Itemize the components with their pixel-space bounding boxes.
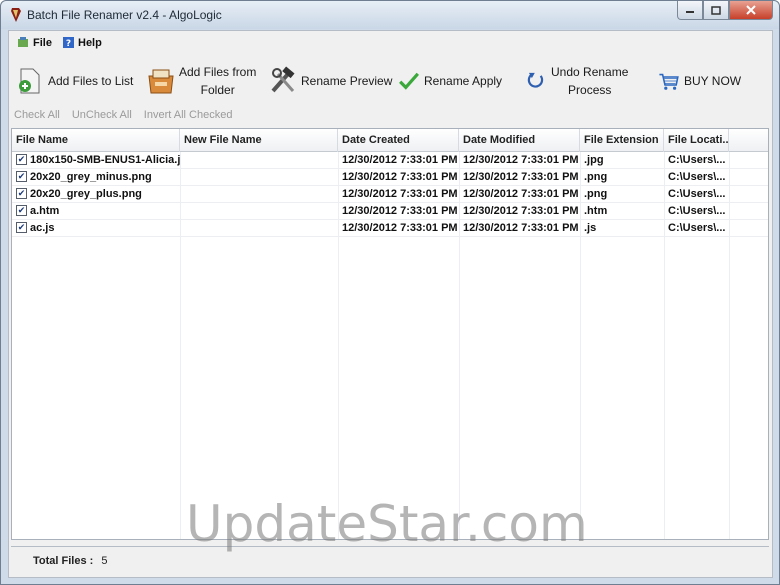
col-date-modified[interactable]: Date Modified <box>459 129 580 152</box>
cell-new-file-name <box>180 169 338 185</box>
cell-extension: .jpg <box>584 154 604 166</box>
cell-location: C:\Users\... <box>668 171 726 183</box>
undo-label-1: Undo Rename <box>551 65 629 79</box>
menu-help[interactable]: ? Help <box>62 36 102 49</box>
rename-apply-button[interactable]: Rename Apply <box>397 57 502 105</box>
cell-new-file-name <box>180 186 338 202</box>
toolbar: Add Files to List Add Files from Folder <box>9 57 772 105</box>
cell-date-created: 12/30/2012 7:33:01 PM <box>342 154 458 166</box>
cell-new-file-name <box>180 203 338 219</box>
menu-bar: File ? Help <box>9 31 772 55</box>
add-folder-label-1: Add Files from <box>179 65 257 79</box>
app-logo-icon <box>11 8 21 22</box>
svg-text:?: ? <box>66 39 71 49</box>
col-new-file-name[interactable]: New File Name <box>180 129 338 152</box>
cell-file-name: 180x150-SMB-ENUS1-Alicia.jpg <box>30 154 180 166</box>
close-icon <box>746 5 756 15</box>
maximize-icon <box>711 5 721 15</box>
minimize-icon <box>686 11 694 13</box>
col-file-location[interactable]: File Locati... <box>664 129 729 152</box>
help-icon: ? <box>63 37 74 49</box>
close-button[interactable] <box>729 1 773 20</box>
checkmark-icon <box>399 72 419 90</box>
cell-location: C:\Users\... <box>668 222 726 234</box>
file-grid[interactable]: File Name New File Name Date Created Dat… <box>11 128 769 540</box>
cell-date-modified: 12/30/2012 7:33:01 PM <box>463 188 579 200</box>
cell-new-file-name <box>180 152 338 168</box>
add-file-icon <box>19 68 40 94</box>
minimize-button[interactable] <box>677 1 703 20</box>
maximize-button[interactable] <box>703 1 729 20</box>
check-all-link[interactable]: Check All <box>14 109 60 123</box>
table-row[interactable]: ✔ 20x20_grey_minus.png 12/30/2012 7:33:0… <box>12 169 768 186</box>
cell-file-name: 20x20_grey_minus.png <box>30 171 152 183</box>
invert-checked-link[interactable]: Invert All Checked <box>144 109 233 123</box>
cell-location: C:\Users\... <box>668 188 726 200</box>
cell-file-name: a.htm <box>30 205 60 217</box>
add-files-label: Add Files to List <box>48 74 134 88</box>
buy-now-button[interactable]: BUY NOW <box>657 57 741 105</box>
cell-date-modified: 12/30/2012 7:33:01 PM <box>463 171 579 183</box>
grid-rows: ✔ 180x150-SMB-ENUS1-Alicia.jpg 12/30/201… <box>12 152 768 237</box>
rename-preview-button[interactable]: Rename Preview <box>268 57 392 105</box>
table-row[interactable]: ✔ 180x150-SMB-ENUS1-Alicia.jpg 12/30/201… <box>12 152 768 169</box>
window-title: Batch File Renamer v2.4 - AlgoLogic <box>27 8 222 22</box>
total-files-label: Total Files : <box>33 555 94 567</box>
watermark: UpdateStar.com <box>186 495 588 553</box>
buy-now-label: BUY NOW <box>684 74 742 88</box>
menu-help-label: Help <box>78 36 102 49</box>
cell-date-modified: 12/30/2012 7:33:01 PM <box>463 222 579 234</box>
cell-file-name: ac.js <box>30 222 55 234</box>
cell-extension: .js <box>584 222 597 234</box>
add-files-button[interactable]: Add Files to List <box>15 57 133 105</box>
cell-date-created: 12/30/2012 7:33:01 PM <box>342 171 458 183</box>
add-folder-button[interactable]: Add Files from Folder <box>146 57 256 105</box>
cell-date-modified: 12/30/2012 7:33:01 PM <box>463 205 579 217</box>
cell-date-created: 12/30/2012 7:33:01 PM <box>342 222 458 234</box>
table-row[interactable]: ✔ a.htm 12/30/2012 7:33:01 PM 12/30/2012… <box>12 203 768 220</box>
menu-file[interactable]: File <box>17 36 52 49</box>
folder-box-icon <box>148 69 174 94</box>
col-file-extension[interactable]: File Extension <box>580 129 664 152</box>
table-row[interactable]: ✔ ac.js 12/30/2012 7:33:01 PM 12/30/2012… <box>12 220 768 237</box>
total-files-count: 5 <box>101 555 108 567</box>
cell-date-created: 12/30/2012 7:33:01 PM <box>342 205 458 217</box>
add-folder-label-2: Folder <box>200 83 235 97</box>
rename-apply-label: Rename Apply <box>424 74 503 88</box>
cell-file-name: 20x20_grey_plus.png <box>30 188 142 200</box>
col-file-name[interactable]: File Name <box>12 129 180 152</box>
shopping-cart-icon <box>659 73 679 90</box>
undo-rename-button[interactable]: Undo Rename Process <box>526 57 628 105</box>
cell-location: C:\Users\... <box>668 154 726 166</box>
col-date-created[interactable]: Date Created <box>338 129 459 152</box>
grid-header: File Name New File Name Date Created Dat… <box>12 129 768 152</box>
cell-new-file-name <box>180 220 338 236</box>
undo-label-2: Process <box>568 83 612 97</box>
menu-file-label: File <box>33 36 52 49</box>
cell-extension: .png <box>584 188 608 200</box>
uncheck-all-link[interactable]: UnCheck All <box>72 109 132 123</box>
undo-icon <box>527 72 544 88</box>
table-row[interactable]: ✔ 20x20_grey_plus.png 12/30/2012 7:33:01… <box>12 186 768 203</box>
app-window: Batch File Renamer v2.4 - AlgoLogic File <box>0 0 780 585</box>
title-bar[interactable]: Batch File Renamer v2.4 - AlgoLogic <box>1 1 779 29</box>
cell-date-modified: 12/30/2012 7:33:01 PM <box>463 154 579 166</box>
check-actions: Check All UnCheck All Invert All Checked <box>14 109 244 123</box>
rename-preview-label: Rename Preview <box>301 74 393 88</box>
cell-location: C:\Users\... <box>668 205 726 217</box>
cell-date-created: 12/30/2012 7:33:01 PM <box>342 188 458 200</box>
file-menu-icon <box>18 37 28 47</box>
cell-extension: .htm <box>584 205 608 217</box>
tools-icon <box>271 66 295 93</box>
cell-extension: .png <box>584 171 608 183</box>
